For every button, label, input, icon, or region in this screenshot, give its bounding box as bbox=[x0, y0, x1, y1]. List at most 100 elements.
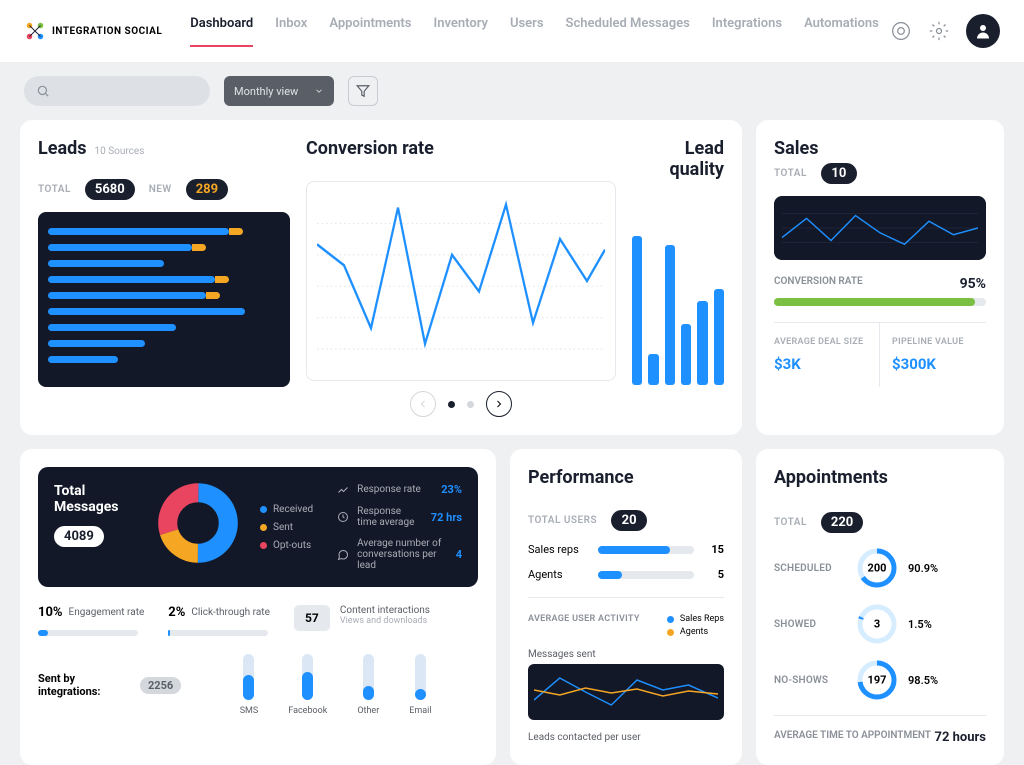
toolbar: Monthly view bbox=[0, 62, 1024, 120]
scheduled-label: SCHEDULED bbox=[774, 563, 846, 574]
carousel-dot-2[interactable] bbox=[467, 401, 474, 408]
engagement-label: Engagement rate bbox=[69, 607, 145, 618]
legend-sent: Sent bbox=[273, 522, 293, 533]
int-label-other: Other bbox=[357, 706, 379, 716]
filter-icon bbox=[356, 84, 370, 98]
leads-hbar-chart bbox=[38, 212, 290, 387]
carousel-nav bbox=[306, 391, 616, 417]
help-icon[interactable] bbox=[890, 20, 912, 42]
view-select[interactable]: Monthly view bbox=[224, 76, 334, 106]
trend-icon bbox=[337, 484, 349, 496]
appt-avg-value: 72 hours bbox=[935, 730, 987, 745]
search-icon bbox=[36, 84, 50, 98]
appointments-title: Appointments bbox=[774, 467, 986, 488]
int-label-fb: Facebook bbox=[288, 706, 327, 716]
legend-received: Received bbox=[273, 504, 313, 515]
sales-reps-label: Sales reps bbox=[528, 543, 588, 556]
leads-card: Leads 10 Sources TOTAL 5680 NEW 289 bbox=[20, 120, 742, 435]
appt-total-label: TOTAL bbox=[774, 517, 807, 528]
pipeline-label: PIPELINE VALUE bbox=[892, 337, 986, 347]
leads-new-label: NEW bbox=[149, 184, 172, 195]
appointments-card: Appointments TOTAL 220 SCHEDULED 200 90.9… bbox=[756, 449, 1004, 765]
sales-conv-value: 95% bbox=[960, 276, 986, 292]
chevron-down-icon bbox=[314, 86, 324, 96]
msgs-sent-label: Messages sent bbox=[528, 649, 724, 660]
view-select-label: Monthly view bbox=[234, 85, 298, 98]
messages-card: Total Messages 4089 Received Sent Opt-ou… bbox=[20, 449, 496, 765]
search-input[interactable] bbox=[24, 76, 210, 106]
filter-button[interactable] bbox=[348, 76, 378, 106]
response-rate-value: 23% bbox=[441, 483, 462, 496]
carousel-dot-1[interactable] bbox=[448, 401, 455, 408]
performance-title: Performance bbox=[528, 467, 724, 488]
response-time-label: Response time average bbox=[357, 506, 423, 528]
carousel-prev[interactable] bbox=[410, 391, 436, 417]
nav-dashboard[interactable]: Dashboard bbox=[190, 16, 253, 47]
sales-total-label: TOTAL bbox=[774, 168, 807, 179]
messages-title: Total Messages bbox=[54, 483, 142, 515]
conversion-title: Conversion rate bbox=[306, 138, 616, 159]
noshows-pct: 98.5% bbox=[908, 674, 938, 687]
conversion-chart bbox=[306, 181, 616, 381]
lead-quality-title: Lead quality bbox=[669, 138, 724, 180]
noshows-ring: 197 bbox=[856, 659, 898, 701]
legend-agents: Agents bbox=[680, 627, 708, 637]
pipeline-value: $300K bbox=[892, 355, 986, 373]
engagement-pct: 10% bbox=[38, 605, 63, 620]
ctr-label: Click-through rate bbox=[191, 607, 270, 618]
avg-deal-label: AVERAGE DEAL SIZE bbox=[774, 337, 867, 347]
scheduled-ring: 200 bbox=[856, 547, 898, 589]
ci-value: 57 bbox=[294, 605, 330, 631]
avg-user-label: AVERAGE USER ACTIVITY bbox=[528, 614, 640, 637]
nav-inbox[interactable]: Inbox bbox=[275, 16, 307, 47]
nav-inventory[interactable]: Inventory bbox=[433, 16, 488, 47]
leads-new-value: 289 bbox=[186, 179, 228, 200]
nav-users[interactable]: Users bbox=[510, 16, 544, 47]
noshows-label: NO-SHOWS bbox=[774, 675, 846, 686]
appt-avg-label: AVERAGE TIME TO APPOINTMENT bbox=[774, 730, 931, 745]
performance-card: Performance TOTAL USERS20 Sales reps15 A… bbox=[510, 449, 742, 765]
scheduled-pct: 90.9% bbox=[908, 562, 938, 575]
main-nav: Dashboard Inbox Appointments Inventory U… bbox=[190, 16, 882, 47]
response-rate-label: Response rate bbox=[357, 484, 433, 495]
total-users-label: TOTAL USERS bbox=[528, 515, 597, 526]
messages-pie bbox=[158, 483, 238, 563]
gear-icon[interactable] bbox=[928, 20, 950, 42]
showed-ring: 3 bbox=[856, 603, 898, 645]
int-label-email: Email bbox=[409, 706, 431, 716]
ctr-pct: 2% bbox=[168, 605, 185, 620]
legend-sales-reps: Sales Reps bbox=[680, 614, 724, 624]
leads-sources: 10 Sources bbox=[94, 146, 144, 157]
messages-total: 4089 bbox=[54, 526, 104, 547]
avg-deal-value: $3K bbox=[774, 355, 867, 373]
showed-label: SHOWED bbox=[774, 619, 846, 630]
brand-logo: INTEGRATION SOCIAL bbox=[24, 20, 162, 42]
chat-icon bbox=[337, 549, 349, 561]
nav-appointments[interactable]: Appointments bbox=[329, 16, 411, 47]
top-header: INTEGRATION SOCIAL Dashboard Inbox Appoi… bbox=[0, 0, 1024, 62]
avg-conv-label: Average number of conversations per lead bbox=[357, 538, 448, 571]
sales-conv-bar bbox=[774, 298, 986, 306]
nav-automations[interactable]: Automations bbox=[804, 16, 879, 47]
agents-value: 5 bbox=[704, 568, 724, 581]
legend-optouts: Opt-outs bbox=[273, 540, 311, 551]
int-label-sms: SMS bbox=[240, 706, 259, 716]
leads-title: Leads bbox=[38, 138, 86, 159]
sales-conv-label: CONVERSION RATE bbox=[774, 276, 863, 292]
sales-card: Sales TOTAL 10 CONVERSION RATE 95% AVERA… bbox=[756, 120, 1004, 435]
noshows-value: 197 bbox=[868, 674, 887, 687]
lead-quality-chart bbox=[632, 210, 724, 385]
msgs-sent-chart bbox=[528, 664, 724, 720]
leads-contacted-label: Leads contacted per user bbox=[528, 732, 724, 743]
avg-conv-value: 4 bbox=[456, 548, 462, 561]
agents-label: Agents bbox=[528, 568, 588, 581]
appt-total-value: 220 bbox=[821, 512, 863, 533]
leads-total-value: 5680 bbox=[85, 179, 135, 200]
sent-by-label: Sent by integrations: bbox=[38, 672, 128, 698]
total-users-value: 20 bbox=[611, 510, 647, 531]
nav-integrations[interactable]: Integrations bbox=[712, 16, 782, 47]
ci-label: Content interactions bbox=[340, 605, 430, 616]
carousel-next[interactable] bbox=[486, 391, 512, 417]
user-avatar[interactable] bbox=[966, 14, 1000, 48]
nav-scheduled[interactable]: Scheduled Messages bbox=[566, 16, 690, 47]
